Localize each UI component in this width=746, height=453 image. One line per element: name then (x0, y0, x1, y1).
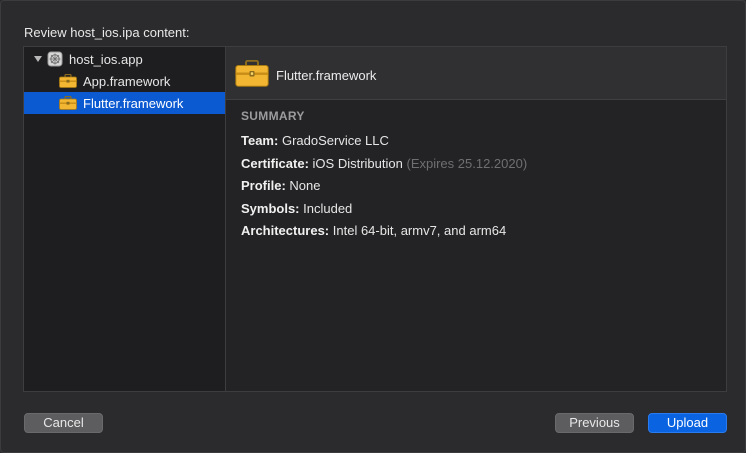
detail-title: Flutter.framework (276, 68, 377, 83)
app-bundle-icon (47, 51, 63, 67)
briefcase-icon (59, 74, 77, 88)
profile-value: None (289, 178, 321, 193)
cancel-button[interactable]: Cancel (24, 413, 103, 433)
tree-item-flutter-framework[interactable]: Flutter.framework (24, 92, 225, 114)
profile-row: Profile: None (241, 175, 527, 198)
content-outline[interactable]: host_ios.app App.framework Flutter.frame… (23, 46, 225, 392)
architectures-value: Intel 64-bit, armv7, and arm64 (332, 223, 507, 238)
review-dialog: Review host_ios.ipa content: host_ios.ap… (0, 0, 746, 453)
previous-button[interactable]: Previous (555, 413, 634, 433)
certificate-expiry: (Expires 25.12.2020) (406, 155, 528, 171)
briefcase-icon (59, 96, 77, 110)
architectures-key: Architectures: (241, 223, 330, 238)
briefcase-icon (235, 60, 269, 87)
symbols-value: Included (303, 200, 353, 216)
tree-item-host-ios-app[interactable]: host_ios.app (24, 48, 225, 70)
certificate-row: Certificate: iOS Distribution (Expires 2… (241, 153, 527, 176)
certificate-value: iOS Distribution (312, 155, 403, 171)
summary-section: SUMMARY Team: GradoService LLC Certifica… (241, 109, 527, 243)
tree-item-label: Flutter.framework (83, 95, 184, 111)
certificate-key: Certificate: (241, 155, 309, 171)
tree-item-label: host_ios.app (69, 51, 143, 67)
tree-item-label: App.framework (83, 73, 171, 89)
profile-key: Profile: (241, 178, 286, 193)
tree-item-app-framework[interactable]: App.framework (24, 70, 225, 92)
detail-pane: Flutter.framework SUMMARY Team: GradoSer… (225, 46, 727, 392)
disclosure-triangle-icon[interactable] (33, 54, 43, 64)
dialog-heading: Review host_ios.ipa content: (24, 25, 190, 40)
upload-button[interactable]: Upload (648, 413, 727, 433)
summary-heading: SUMMARY (241, 109, 305, 123)
symbols-row: Symbols: Included (241, 198, 527, 221)
team-value: GradoService LLC (281, 133, 389, 148)
team-key: Team: (241, 133, 279, 148)
architectures-row: Architectures: Intel 64-bit, armv7, and … (241, 220, 527, 243)
symbols-key: Symbols: (241, 200, 300, 216)
detail-header: Flutter.framework (226, 47, 726, 100)
team-row: Team: GradoService LLC (241, 130, 527, 153)
